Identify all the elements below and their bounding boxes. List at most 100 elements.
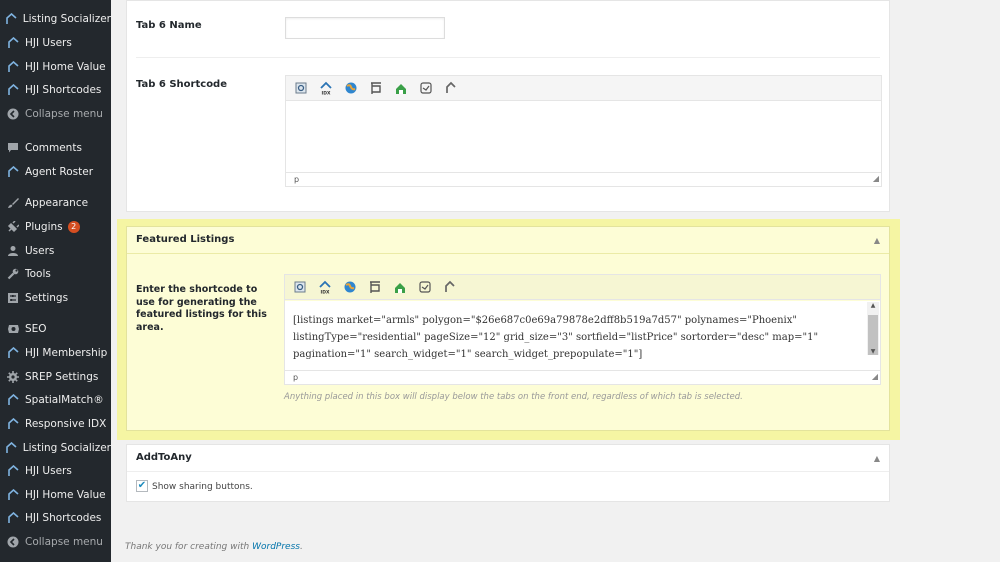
featured-shortcode-textarea[interactable]: [listings market="armls" polygon="$26e68… (285, 301, 880, 371)
editor-path-status: p ◢ (285, 370, 880, 384)
sidebar-item-label: HJI Home Value (25, 489, 106, 501)
house-icon (6, 441, 18, 455)
collapse-arrow-icon[interactable]: ▲ (874, 227, 880, 254)
addtoany-title[interactable]: AddToAny ▲ (127, 445, 889, 472)
globe-icon[interactable] (342, 79, 360, 97)
sidebar-item-label: Collapse menu (25, 536, 103, 548)
collapse-icon (6, 535, 20, 549)
sidebar-item-label: Agent Roster (25, 166, 94, 178)
resize-handle-icon[interactable]: ◢ (872, 370, 878, 383)
sidebar-item-label: Listing Socializer (22, 13, 111, 25)
sidebar-item-srep-settings[interactable]: SREP Settings (0, 366, 111, 388)
widget-icon[interactable] (417, 79, 435, 97)
sidebar-item-collapse-menu[interactable]: Collapse menu (0, 103, 111, 125)
sidebar-item-label: HJI Membership (25, 347, 108, 359)
idx-home-icon[interactable]: IDX (317, 79, 335, 97)
sidebar-item-seo[interactable]: SEO (0, 318, 111, 340)
sidebar-item-tools[interactable]: Tools (0, 263, 111, 285)
widget-icon[interactable] (416, 278, 434, 296)
sidebar-item-label: Users (25, 245, 55, 257)
sidebar-item-responsive-idx[interactable]: Responsive IDX (0, 413, 111, 435)
tab6-shortcode-editor: IDX p ◢ (285, 75, 882, 187)
brush-icon (6, 196, 20, 210)
house-icon (6, 60, 20, 74)
update-count-badge: 2 (67, 221, 80, 233)
svg-text:IDX: IDX (321, 290, 330, 295)
svg-text:IDX: IDX (322, 91, 331, 96)
sidebar-item-label: HJI Users (25, 37, 72, 49)
tab6-shortcode-textarea[interactable] (286, 102, 881, 173)
house-arrow-icon[interactable] (441, 278, 459, 296)
tab6-panel: Tab 6 Name Tab 6 Shortcode IDX p ◢ (126, 0, 890, 212)
show-sharing-label: Show sharing buttons. (152, 482, 253, 492)
addtoany-box: AddToAny ▲ ✔ Show sharing buttons. (126, 444, 890, 502)
agent-icon[interactable] (391, 278, 409, 296)
wordpress-link[interactable]: WordPress (252, 542, 300, 552)
user-icon (6, 244, 20, 258)
map-search-icon[interactable] (292, 79, 310, 97)
sidebar-item-hji-users[interactable]: HJI Users (0, 460, 111, 482)
sidebar-item-hji-shortcodes[interactable]: HJI Shortcodes (0, 79, 111, 101)
globe-icon[interactable] (341, 278, 359, 296)
sidebar-item-label: Listing Socializer (22, 442, 111, 454)
sidebar-item-label: HJI Home Value (25, 61, 106, 73)
featured-hint: Anything placed in this box will display… (284, 392, 743, 402)
house-arrow-icon[interactable] (442, 79, 460, 97)
sidebar-item-plugins[interactable]: Plugins 2 (0, 216, 111, 238)
textarea-scrollbar[interactable]: ▲ ▼ (867, 302, 879, 355)
editor-toolbar: IDX (285, 275, 880, 300)
listing-board-icon[interactable] (366, 278, 384, 296)
sidebar-item-appearance[interactable]: Appearance (0, 192, 111, 214)
featured-shortcode-editor: IDX [listings market="armls" polygon="$2… (284, 274, 881, 385)
show-sharing-checkbox[interactable]: ✔ (136, 480, 148, 492)
house-icon (6, 417, 20, 431)
house-icon (6, 511, 20, 525)
sidebar-item-label: Comments (25, 142, 82, 154)
plugin-icon (6, 220, 20, 234)
sidebar-item-listing-socializer[interactable]: Listing Socializer (0, 8, 111, 30)
sidebar-item-hji-membership[interactable]: HJI Membership (0, 342, 111, 364)
editor-path-status: p ◢ (286, 172, 881, 186)
shortcode-line: [listings market="armls" polygon="$26e68… (293, 315, 797, 326)
agent-icon[interactable] (392, 79, 410, 97)
house-icon (6, 393, 20, 407)
featured-highlight: Featured Listings ▲ Enter the shortcode … (117, 219, 900, 440)
featured-listings-box: Featured Listings ▲ Enter the shortcode … (126, 226, 890, 431)
collapse-arrow-icon[interactable]: ▲ (874, 445, 880, 472)
tab6-name-input[interactable] (285, 17, 445, 39)
tab6-shortcode-label: Tab 6 Shortcode (136, 79, 228, 90)
sidebar-item-spatialmatch[interactable]: SpatialMatch® (0, 389, 111, 411)
resize-handle-icon[interactable]: ◢ (873, 172, 879, 185)
footer-credit: Thank you for creating with WordPress. (125, 542, 303, 552)
admin-sidebar: Listing Socializer HJI Users HJI Home Valu… (0, 0, 111, 562)
sidebar-item-label: Collapse menu (25, 108, 103, 120)
settings-icon (6, 291, 20, 305)
gear-icon (6, 370, 20, 384)
tab6-name-label: Tab 6 Name (136, 20, 202, 31)
listing-board-icon[interactable] (367, 79, 385, 97)
editor-toolbar: IDX (286, 76, 881, 101)
sidebar-item-users[interactable]: Users (0, 240, 111, 262)
sidebar-item-collapse-menu[interactable]: Collapse menu (0, 531, 111, 553)
sidebar-item-hji-home-value[interactable]: HJI Home Value (0, 56, 111, 78)
comment-icon (6, 141, 20, 155)
shortcode-line: listingType="residential" pageSize="12" … (293, 332, 819, 343)
featured-listings-title[interactable]: Featured Listings ▲ (127, 227, 889, 254)
seo-icon (6, 322, 20, 336)
sidebar-item-hji-shortcodes[interactable]: HJI Shortcodes (0, 507, 111, 529)
sidebar-item-label: Plugins (25, 221, 63, 233)
sidebar-item-hji-users[interactable]: HJI Users (0, 32, 111, 54)
sidebar-item-agent-roster[interactable]: Agent Roster (0, 161, 111, 183)
sidebar-item-comments[interactable]: Comments (0, 137, 111, 159)
map-search-icon[interactable] (291, 278, 309, 296)
shortcode-line: pagination="1" search_widget="1" search_… (293, 349, 643, 360)
idx-home-icon[interactable]: IDX (316, 278, 334, 296)
house-icon (6, 83, 20, 97)
sidebar-item-listing-socializer[interactable]: Listing Socializer (0, 437, 111, 459)
house-icon (6, 464, 20, 478)
sidebar-item-hji-home-value[interactable]: HJI Home Value (0, 484, 111, 506)
house-icon (6, 165, 20, 179)
sidebar-item-label: Responsive IDX (25, 418, 107, 430)
sidebar-item-label: HJI Shortcodes (25, 512, 102, 524)
sidebar-item-settings[interactable]: Settings (0, 287, 111, 309)
